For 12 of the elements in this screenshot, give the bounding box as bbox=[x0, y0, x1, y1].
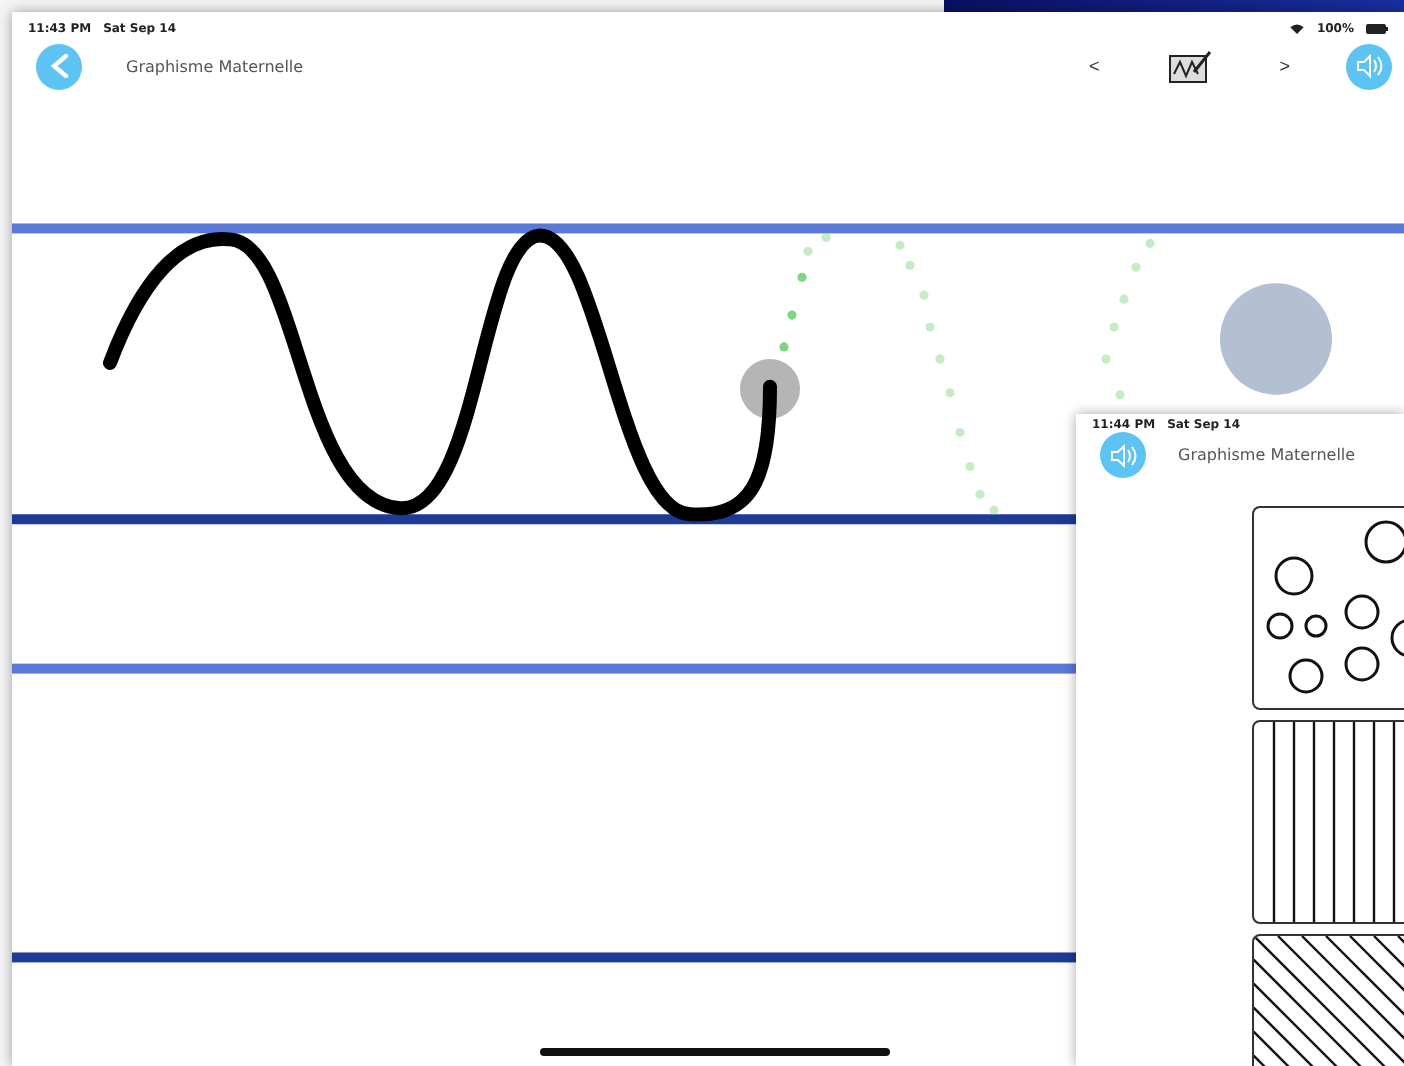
battery-icon bbox=[1366, 23, 1388, 33]
speaker-icon bbox=[1355, 54, 1383, 78]
chevron-left-icon bbox=[49, 54, 69, 78]
wifi-icon bbox=[1290, 23, 1305, 33]
drawing-board-icon[interactable] bbox=[1167, 48, 1212, 84]
pen-cursor bbox=[740, 358, 800, 419]
app-title: Graphisme Maternelle bbox=[1178, 446, 1356, 464]
previous-button[interactable]: < bbox=[1080, 52, 1108, 80]
target-circle bbox=[1220, 283, 1332, 395]
app-title: Graphisme Maternelle bbox=[126, 57, 304, 75]
speaker-icon bbox=[1109, 443, 1137, 467]
next-button[interactable]: > bbox=[1271, 52, 1298, 80]
